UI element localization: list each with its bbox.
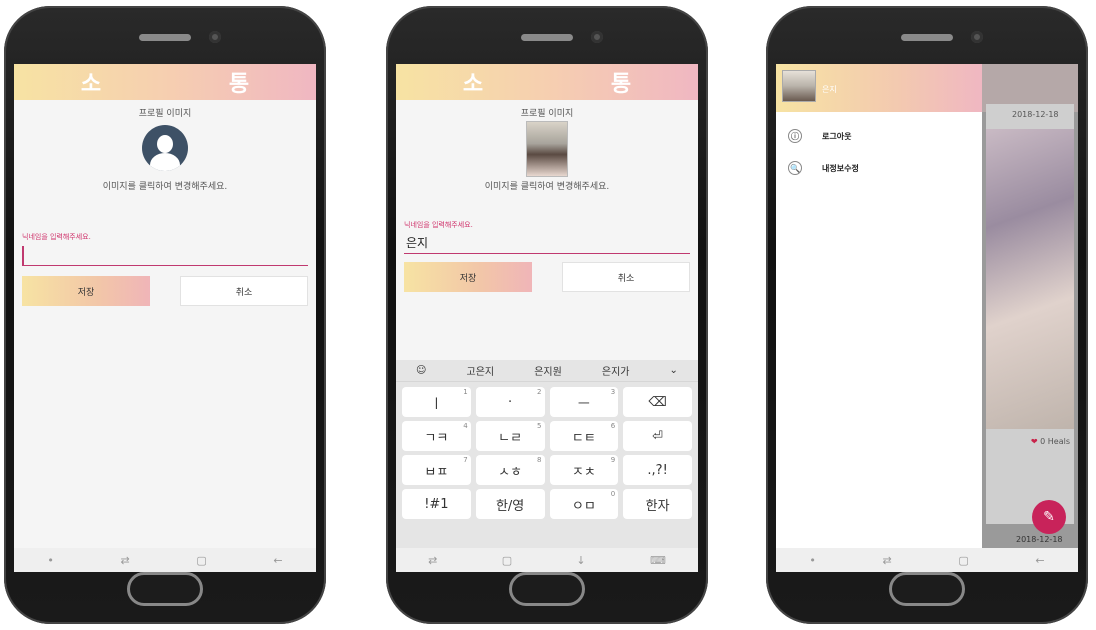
front-camera — [971, 31, 983, 43]
phone-1: 소 통 프로필 이미지 이미지를 클릭하여 변경해주세요. 닉네임을 입력해주세… — [4, 6, 326, 624]
app-header: 소 통 — [14, 64, 316, 100]
image-change-hint: 이미지를 클릭하여 변경해주세요. — [102, 182, 228, 192]
hanja-key[interactable]: 한자 — [623, 489, 692, 519]
key[interactable]: ㅈㅊ 9 — [549, 455, 619, 485]
drawer-avatar[interactable] — [782, 70, 816, 102]
key[interactable]: ㅇㅁ 0 — [549, 489, 619, 519]
profile-setup-screen: 소 통 프로필 이미지 이미지를 클릭하여 변경해주세요. 닉네임을 입력해주세… — [14, 64, 316, 572]
avatar-head — [157, 135, 173, 153]
post-image — [986, 129, 1074, 429]
drawer-username: 은지 — [822, 85, 837, 94]
front-camera — [209, 31, 221, 43]
suggestion-1[interactable]: 고은지 — [467, 363, 495, 378]
feed-background: 2018-12-18 ❤ 0 Heals 2018-12-18 ✎ — [982, 64, 1078, 548]
search-icon: 🔍 — [788, 161, 802, 175]
key-grid: ㅣ1 · 2 ㅡ3 ⌫ ㄱㅋ 4 ㄴㄹ 5 ㄷㅌ 6 ⏎ ㅂㅍ 7 ㅅㅎ 8 ㅈㅊ 9 .,?… — [396, 382, 698, 524]
home-icon[interactable]: ▢ — [958, 554, 968, 567]
cancel-button[interactable]: 취소 — [180, 276, 308, 306]
android-nav-bar: ⇄ ▢ ↓ ⌨ — [396, 548, 698, 572]
avatar-body — [150, 153, 180, 171]
keyboard-icon[interactable]: ⌨ — [650, 554, 666, 567]
key[interactable]: ㄱㅋ 4 — [402, 421, 471, 451]
recent-apps-icon[interactable]: ⇄ — [882, 554, 891, 567]
post-date: 2018-12-18 — [1012, 110, 1059, 119]
speaker-grille — [901, 34, 953, 41]
home-icon[interactable]: ▢ — [196, 554, 206, 567]
korean-keyboard: ☺ 고은지 은지원 은지가 ⌄ ㅣ1 · 2 ㅡ3 ⌫ ㄱㅋ 4 ㄴㄹ 5 ㄷㅌ 6 ⏎… — [396, 360, 698, 548]
profile-image-label: 프로필 이미지 — [138, 109, 192, 119]
punctuation-key[interactable]: .,?! — [623, 455, 692, 485]
suggestion-bar: ☺ 고은지 은지원 은지가 ⌄ — [396, 360, 698, 382]
nickname-input[interactable] — [22, 246, 308, 266]
key[interactable]: ㅣ1 — [402, 387, 471, 417]
heart-icon: ❤ — [1030, 437, 1038, 446]
language-switch-key[interactable]: 한/영 — [475, 489, 545, 519]
edit-fab-icon[interactable]: ✎ — [1032, 500, 1066, 534]
speaker-grille — [521, 34, 573, 41]
home-button[interactable] — [889, 572, 965, 606]
post-card[interactable]: 2018-12-18 ❤ 0 Heals — [986, 104, 1074, 524]
profile-image-label: 프로필 이미지 — [520, 109, 574, 119]
backspace-key[interactable]: ⌫ — [623, 387, 692, 417]
android-nav-bar: • ⇄ ▢ ← — [776, 548, 1078, 572]
menu-item-logout[interactable]: ⓘ 로그아웃 — [776, 120, 982, 152]
hearts-count[interactable]: ❤ 0 Heals — [986, 429, 1074, 446]
info-icon: ⓘ — [788, 129, 802, 143]
drawer-header: 은지 — [776, 64, 982, 112]
key[interactable]: ㅡ3 — [549, 387, 619, 417]
nickname-input[interactable]: 은지 — [404, 234, 690, 254]
save-button[interactable]: 저장 — [22, 276, 150, 306]
default-avatar-icon[interactable] — [142, 125, 188, 171]
nickname-label: 닉네임을 입력해주세요. — [22, 233, 91, 241]
key[interactable]: ㅂㅍ 7 — [402, 455, 471, 485]
home-icon[interactable]: ▢ — [502, 554, 512, 567]
recent-apps-icon[interactable]: ⇄ — [428, 554, 437, 567]
key[interactable]: ㄷㅌ 6 — [549, 421, 619, 451]
nav-drawer: 은지 ⓘ 로그아웃 🔍 내정보수정 — [776, 64, 982, 548]
phone-2: 소 통 프로필 이미지 이미지를 클릭하여 변경해주세요. 닉네임을 입력해주세… — [386, 6, 708, 624]
profile-photo[interactable] — [526, 121, 568, 177]
chevron-down-icon[interactable]: ⌄ — [670, 365, 678, 376]
dot-icon[interactable]: • — [47, 554, 54, 567]
speaker-grille — [139, 34, 191, 41]
phone-3: 2018-12-18 ❤ 0 Heals 2018-12-18 ✎ 은지 ⓘ 로… — [766, 6, 1088, 624]
emoji-icon[interactable]: ☺ — [416, 365, 426, 376]
menu-item-label: 로그아웃 — [822, 131, 852, 141]
suggestion-3[interactable]: 은지가 — [602, 363, 630, 378]
drawer-screen: 2018-12-18 ❤ 0 Heals 2018-12-18 ✎ 은지 ⓘ 로… — [776, 64, 1078, 572]
nickname-label: 닉네임을 입력해주세요. — [404, 221, 473, 229]
post-date-2: 2018-12-18 — [1016, 535, 1063, 544]
menu-item-edit-profile[interactable]: 🔍 내정보수정 — [776, 152, 982, 184]
key[interactable]: ㄴㄹ 5 — [475, 421, 545, 451]
back-icon[interactable]: ← — [1035, 554, 1044, 567]
dot-icon[interactable]: • — [809, 554, 816, 567]
hide-keyboard-icon[interactable]: ↓ — [576, 554, 585, 567]
symbols-key[interactable]: !#1 — [402, 489, 471, 519]
android-nav-bar: • ⇄ ▢ ← — [14, 548, 316, 572]
image-change-hint: 이미지를 클릭하여 변경해주세요. — [484, 182, 610, 192]
cancel-button[interactable]: 취소 — [562, 262, 690, 292]
back-icon[interactable]: ← — [273, 554, 282, 567]
home-button[interactable] — [127, 572, 203, 606]
front-camera — [591, 31, 603, 43]
suggestion-2[interactable]: 은지원 — [534, 363, 562, 378]
menu-item-label: 내정보수정 — [822, 163, 859, 173]
key[interactable]: · 2 — [475, 387, 545, 417]
app-header: 소 통 — [396, 64, 698, 100]
home-button[interactable] — [509, 572, 585, 606]
key[interactable]: ㅅㅎ 8 — [475, 455, 545, 485]
profile-edit-screen: 소 통 프로필 이미지 이미지를 클릭하여 변경해주세요. 닉네임을 입력해주세… — [396, 64, 698, 572]
enter-key[interactable]: ⏎ — [623, 421, 692, 451]
recent-apps-icon[interactable]: ⇄ — [120, 554, 129, 567]
save-button[interactable]: 저장 — [404, 262, 532, 292]
